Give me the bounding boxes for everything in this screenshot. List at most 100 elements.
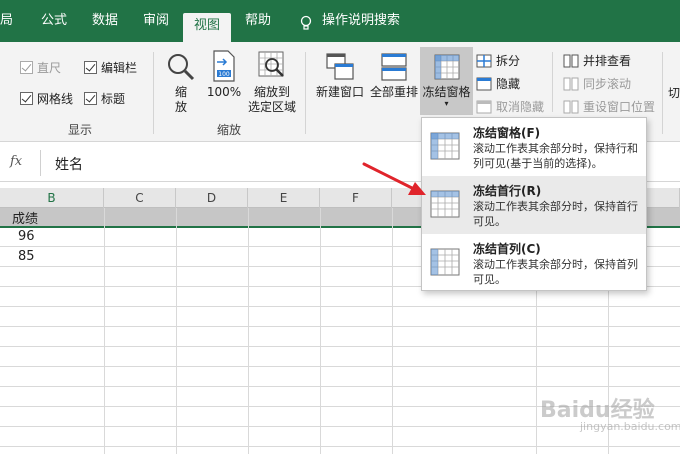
column-header-c[interactable]: C — [104, 188, 176, 208]
checkbox-label: 标题 — [101, 92, 126, 106]
checkbox-box[interactable] — [20, 61, 33, 74]
sync-scroll-icon — [563, 77, 579, 90]
group-separator — [552, 52, 553, 112]
checkbox-label: 直尺 — [37, 61, 62, 75]
checkbox-label: 编辑栏 — [101, 61, 138, 75]
new-window-icon — [326, 53, 354, 80]
menu-item-freeze-panes[interactable]: 冻结窗格(F) 滚动工作表其余部分时，保持行和列可见(基于当前的选择)。 — [422, 118, 646, 176]
menu-item-freeze-first-column[interactable]: 冻结首列(C) 滚动工作表其余部分时，保持首列可见。 — [422, 234, 646, 292]
ribbon-tab-bar: 局 公式 数据 审阅 视图 帮助 操作说明搜索 — [0, 0, 680, 42]
row-line — [0, 366, 680, 367]
group-separator — [153, 52, 154, 134]
freeze-panes-menu: 冻结窗格(F) 滚动工作表其余部分时，保持行和列可见(基于当前的选择)。 冻结首… — [421, 117, 647, 291]
new-window-label: 新建窗口 — [315, 85, 364, 99]
freeze-panes-icon — [430, 132, 460, 160]
checkbox-label: 网格线 — [37, 92, 74, 106]
new-window-button[interactable]: 新建窗口 — [313, 52, 367, 100]
checkbox-headings[interactable]: 标题 — [84, 90, 125, 107]
svg-text:100: 100 — [218, 71, 230, 78]
magnifier-icon — [168, 54, 195, 81]
zoom-100-icon: 100 — [213, 50, 235, 82]
tab-review[interactable]: 审阅 — [143, 12, 169, 42]
menu-item-description: 滚动工作表其余部分时，保持行和列可见(基于当前的选择)。 — [473, 142, 638, 170]
tab-help[interactable]: 帮助 — [245, 12, 271, 42]
unhide-button[interactable]: 取消隐藏 — [476, 98, 544, 115]
freeze-top-row-icon — [430, 190, 460, 218]
side-by-side-icon — [563, 54, 579, 67]
reset-position-button[interactable]: 重设窗口位置 — [563, 98, 655, 115]
col-line — [176, 208, 177, 454]
checkbox-formula-bar[interactable]: 编辑栏 — [84, 59, 137, 76]
checkbox-box[interactable] — [84, 92, 97, 105]
switch-window-label: 切 — [668, 86, 680, 100]
zoom-selection-icon — [258, 51, 284, 77]
zoom-100-label: 100% — [206, 85, 242, 99]
tab-view[interactable]: 视图 — [183, 13, 232, 42]
col-line — [320, 208, 321, 454]
zoom-button[interactable]: 缩放 — [165, 52, 197, 115]
menu-item-title: 冻结首行(R) — [473, 184, 542, 198]
tab-data[interactable]: 数据 — [92, 12, 118, 42]
hide-button[interactable]: 隐藏 — [476, 75, 520, 92]
row-line — [0, 426, 680, 427]
freeze-first-column-icon — [430, 248, 460, 276]
hide-window-icon — [476, 77, 492, 90]
baidu-watermark-url: jingyan.baidu.com — [580, 420, 680, 433]
group-label-zoom: 缩放 — [217, 123, 242, 137]
freeze-panes-icon — [434, 54, 459, 80]
zoom-selection-button[interactable]: 缩放到 选定区域 — [244, 50, 300, 115]
cell-b1[interactable]: 成绩 — [12, 208, 38, 227]
row-line — [0, 446, 680, 447]
arrange-all-button[interactable]: 全部重排 — [367, 52, 421, 100]
group-label-show: 显示 — [68, 123, 93, 137]
menu-item-description: 滚动工作表其余部分时，保持首行可见。 — [473, 200, 638, 228]
reset-position-icon — [563, 100, 579, 113]
tell-me-search[interactable]: 操作说明搜索 — [322, 12, 400, 42]
column-header-d[interactable]: D — [176, 188, 248, 208]
column-header-e[interactable]: E — [248, 188, 320, 208]
hide-label: 隐藏 — [496, 77, 521, 91]
side-by-side-button[interactable]: 并排查看 — [563, 52, 631, 69]
col-line — [392, 208, 393, 454]
menu-item-title: 冻结首列(C) — [473, 242, 541, 256]
menu-item-description: 滚动工作表其余部分时，保持首列可见。 — [473, 258, 638, 286]
col-line — [104, 208, 105, 454]
checkbox-gridlines[interactable]: 网格线 — [20, 90, 73, 107]
row-line — [0, 346, 680, 347]
reset-position-label: 重设窗口位置 — [583, 100, 656, 114]
checkbox-box[interactable] — [20, 92, 33, 105]
menu-item-title: 冻结窗格(F) — [473, 126, 541, 140]
zoom-selection-label-2: 选定区域 — [247, 100, 296, 114]
unhide-label: 取消隐藏 — [496, 100, 545, 114]
arrange-all-icon — [381, 53, 407, 81]
chevron-down-icon: ▾ — [444, 99, 449, 108]
sync-scroll-label: 同步滚动 — [583, 77, 632, 91]
freeze-panes-label: 冻结窗格 — [422, 85, 471, 99]
sync-scroll-button[interactable]: 同步滚动 — [563, 75, 631, 92]
formula-value: 姓名 — [55, 157, 83, 173]
zoom-selection-label-1: 缩放到 — [253, 85, 290, 99]
row-line — [0, 326, 680, 327]
fx-icon[interactable]: fx — [10, 154, 22, 169]
tab-page-layout[interactable]: 局 — [0, 12, 13, 42]
row-line — [0, 386, 680, 387]
checkbox-box[interactable] — [84, 61, 97, 74]
unhide-window-icon — [476, 100, 492, 113]
split-label: 拆分 — [496, 54, 521, 68]
menu-item-freeze-top-row[interactable]: 冻结首行(R) 滚动工作表其余部分时，保持首行可见。 — [422, 176, 646, 234]
group-separator — [662, 52, 663, 134]
column-header-b[interactable]: B — [0, 188, 104, 208]
switch-window-button[interactable]: 切 — [668, 84, 680, 101]
lightbulb-icon — [300, 15, 312, 30]
freeze-panes-button[interactable]: 冻结窗格 ▾ — [420, 47, 473, 115]
red-arrow-annotation — [362, 162, 426, 195]
group-separator — [305, 52, 306, 134]
checkbox-ruler[interactable]: 直尺 — [20, 59, 61, 76]
zoom-100-button[interactable]: 100 100% — [205, 50, 243, 100]
tab-formulas[interactable]: 公式 — [41, 12, 67, 42]
cell-b2[interactable]: 96 — [18, 229, 35, 244]
row-line — [0, 306, 680, 307]
cell-b3[interactable]: 85 — [18, 249, 35, 264]
col-line — [248, 208, 249, 454]
split-button[interactable]: 拆分 — [476, 52, 520, 69]
